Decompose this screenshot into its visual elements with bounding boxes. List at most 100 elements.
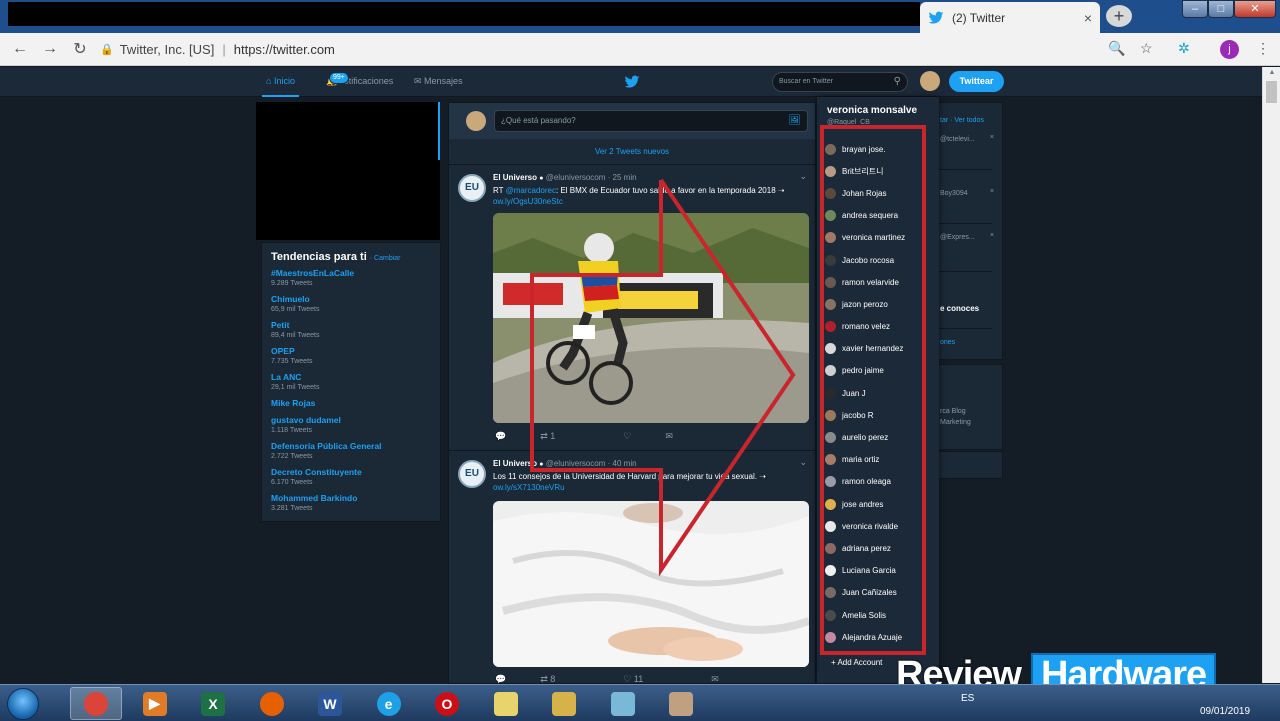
dismiss-icon[interactable]: × — [990, 134, 994, 141]
footer-links-a[interactable]: rca Blog — [940, 408, 966, 415]
tweet-button[interactable]: Twittear — [949, 71, 1004, 92]
new-tweets-banner[interactable]: Ver 2 Tweets nuevos — [449, 139, 815, 165]
window-maximize-button[interactable]: □ — [1208, 0, 1234, 18]
account-row[interactable]: andrea sequera — [825, 205, 931, 227]
like-icon[interactable]: ♡ — [623, 431, 631, 442]
scrollbar-thumb[interactable] — [1266, 81, 1277, 103]
user-avatar[interactable] — [920, 71, 940, 91]
twitter-logo-icon[interactable] — [624, 74, 640, 90]
footer-links-b[interactable]: Marketing — [940, 419, 971, 426]
tweet-author[interactable]: El Universo — [493, 173, 537, 182]
taskbar-app-chrome[interactable] — [70, 687, 122, 720]
start-button[interactable] — [7, 688, 39, 720]
dm-icon[interactable]: ✉ — [665, 431, 673, 442]
account-row[interactable]: ramon oleaga — [825, 471, 931, 493]
trend-name[interactable]: #MaestrosEnLaCalle — [271, 268, 431, 279]
trends-change-link[interactable]: · Cambiar — [370, 255, 401, 262]
account-row[interactable]: jacobo R — [825, 404, 931, 426]
trend-item[interactable]: gustavo dudamel 1.118 Tweets — [271, 415, 431, 435]
page-scrollbar[interactable]: ▲ — [1262, 67, 1280, 683]
account-row[interactable]: Alejandra Azuaje — [825, 626, 931, 648]
account-row[interactable]: ramon velarvide — [825, 271, 931, 293]
account-row[interactable]: jose andres — [825, 493, 931, 515]
taskbar-app-paint[interactable] — [655, 687, 707, 720]
compose-input[interactable]: ¿Qué está pasando? 🖼 — [494, 110, 808, 132]
browser-profile-avatar[interactable]: j — [1220, 40, 1239, 59]
system-date[interactable]: 09/01/2019 — [1200, 706, 1250, 717]
reply-icon[interactable]: 💬 — [495, 674, 506, 683]
nav-messages[interactable]: ✉ Mensajes — [414, 67, 463, 97]
dismiss-icon[interactable]: × — [990, 188, 994, 195]
trend-name[interactable]: OPEP — [271, 346, 431, 357]
window-close-button[interactable]: ✕ — [1234, 0, 1276, 18]
chevron-down-icon[interactable]: ⌄ — [799, 171, 807, 182]
zoom-icon[interactable]: 🔍 — [1108, 40, 1125, 57]
account-row[interactable]: maria ortiz — [825, 449, 931, 471]
trend-name[interactable]: Chimuelo — [271, 294, 431, 305]
taskbar-app-explorer[interactable] — [538, 687, 590, 720]
trend-name[interactable]: Defensoría Pública General — [271, 441, 431, 452]
dismiss-icon[interactable]: × — [990, 232, 994, 239]
trend-item[interactable]: Petit 89,4 mil Tweets — [271, 320, 431, 340]
account-row[interactable]: brayan jose. — [825, 138, 931, 160]
reply-icon[interactable]: 💬 — [495, 431, 506, 442]
nav-home[interactable]: ⌂ Inicio — [262, 67, 299, 97]
trend-name[interactable]: Mohammed Barkindo — [271, 493, 431, 504]
tweet-author[interactable]: El Universo — [493, 459, 537, 468]
account-row[interactable]: veronica rivalde — [825, 515, 931, 537]
account-row[interactable]: Juan Cañizales — [825, 582, 931, 604]
trend-item[interactable]: Mike Rojas — [271, 398, 431, 409]
tweet[interactable]: EU El Universo ● @eluniversocom · 25 min… — [449, 165, 815, 451]
current-account-name[interactable]: veronica monsalve — [827, 105, 917, 116]
reload-icon[interactable]: ↻ — [65, 39, 95, 59]
retweet-button[interactable]: ⇄ 1 — [540, 431, 589, 442]
taskbar-app-opera[interactable]: O — [421, 687, 473, 720]
dm-icon[interactable]: ✉ — [711, 674, 719, 683]
extension-icon[interactable]: ✲ — [1178, 40, 1190, 57]
taskbar-app-firefox[interactable] — [246, 687, 298, 720]
chevron-down-icon[interactable]: ⌄ — [799, 457, 807, 468]
trend-item[interactable]: Chimuelo 65,9 mil Tweets — [271, 294, 431, 314]
language-indicator[interactable]: ES — [961, 693, 974, 704]
taskbar-app-word[interactable]: W — [304, 687, 356, 720]
trend-name[interactable]: gustavo dudamel — [271, 415, 431, 426]
account-row[interactable]: xavier hernandez — [825, 338, 931, 360]
tweet-image-bmx[interactable] — [493, 213, 809, 423]
trend-item[interactable]: #MaestrosEnLaCalle 9.289 Tweets — [271, 268, 431, 288]
account-row[interactable]: pedro jaime — [825, 360, 931, 382]
trend-item[interactable]: Decreto Constituyente 6.170 Tweets — [271, 467, 431, 487]
account-row[interactable]: Amelia Solis — [825, 604, 931, 626]
suggestion-handle[interactable]: @Expres... — [940, 234, 975, 241]
account-row[interactable]: Johan Rojas — [825, 182, 931, 204]
search-input[interactable]: Buscar en Twitter ⚲ — [772, 72, 908, 92]
back-icon[interactable]: ← — [5, 40, 35, 58]
taskbar-app-notes[interactable] — [480, 687, 532, 720]
trend-item[interactable]: OPEP 7.735 Tweets — [271, 346, 431, 366]
suggestion-handle[interactable]: Boy3094 — [940, 190, 968, 197]
address-bar[interactable]: 🔒 Twitter, Inc. [US] | https://twitter.c… — [100, 37, 1100, 62]
tab-close-icon[interactable]: × — [1084, 10, 1092, 26]
like-button[interactable]: ♡ 11 — [623, 674, 677, 683]
bookmark-star-icon[interactable]: ☆ — [1140, 40, 1153, 57]
search-icon[interactable]: ⚲ — [894, 73, 901, 91]
forward-icon[interactable]: → — [35, 40, 65, 58]
tweet-avatar[interactable]: EU — [458, 174, 486, 202]
account-row[interactable]: jazon perozo — [825, 293, 931, 315]
trend-name[interactable]: La ANC — [271, 372, 431, 383]
trend-item[interactable]: Mohammed Barkindo 3.281 Tweets — [271, 493, 431, 513]
new-tab-button[interactable]: + — [1106, 5, 1132, 27]
window-minimize-button[interactable]: – — [1182, 0, 1208, 18]
suggestion-handle[interactable]: @tctelevi... — [940, 136, 975, 143]
tweet-link[interactable]: ow.ly/OgsU30neStc — [493, 197, 563, 206]
add-account-button[interactable]: + Add Account — [831, 658, 882, 667]
trend-name[interactable]: Petit — [271, 320, 431, 331]
menu-kebab-icon[interactable]: ⋮ — [1256, 40, 1270, 57]
taskbar-app-media[interactable]: ▶ — [129, 687, 181, 720]
retweet-button[interactable]: ⇄ 8 — [540, 674, 589, 683]
trend-item[interactable]: La ANC 29,1 mil Tweets — [271, 372, 431, 392]
tweet-mention[interactable]: @marcadorec — [506, 186, 556, 195]
account-row[interactable]: veronica martinez — [825, 227, 931, 249]
tweet[interactable]: EU El Universo ● @eluniversocom · 40 min… — [449, 451, 815, 683]
account-row[interactable]: Jacobo rocosa — [825, 249, 931, 271]
suggestions-link[interactable]: ones — [940, 339, 955, 346]
